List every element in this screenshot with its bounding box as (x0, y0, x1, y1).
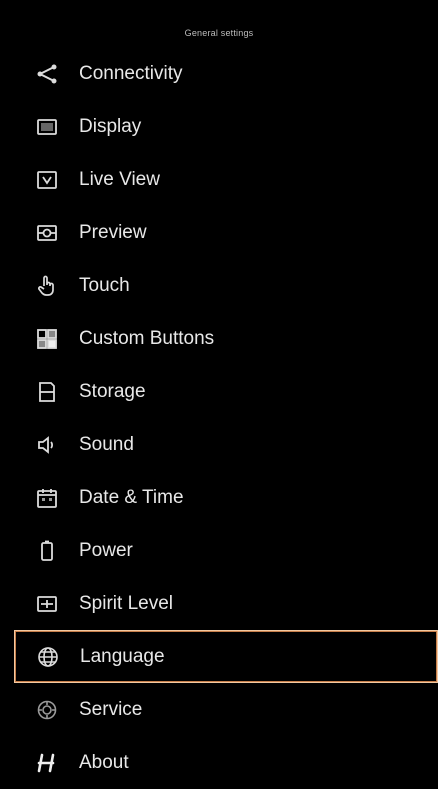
menu-item-service[interactable]: Service (0, 683, 438, 736)
menu-item-label: Service (79, 698, 143, 720)
menu-item-label: Sound (79, 433, 134, 455)
menu-item-spirit-level[interactable]: Spirit Level (0, 577, 438, 630)
share-icon (35, 62, 59, 86)
brand-logo-icon (35, 751, 59, 775)
menu-item-storage[interactable]: Storage (0, 365, 438, 418)
menu-item-date-time[interactable]: Date & Time (0, 471, 438, 524)
preview-icon (35, 221, 59, 245)
menu-item-live-view[interactable]: Live View (0, 153, 438, 206)
menu-item-connectivity[interactable]: Connectivity (0, 47, 438, 100)
menu-item-label: Custom Buttons (79, 327, 215, 349)
menu-item-custom-buttons[interactable]: Custom Buttons (0, 312, 438, 365)
menu-item-label: Live View (79, 168, 160, 190)
menu-item-touch[interactable]: Touch (0, 259, 438, 312)
menu-item-label: Preview (79, 221, 147, 243)
display-icon (35, 115, 59, 139)
menu-item-sound[interactable]: Sound (0, 418, 438, 471)
custom-buttons-icon (35, 327, 59, 351)
general-settings-screen: General settings Connectivity Display Li… (0, 0, 438, 778)
calendar-icon (35, 486, 59, 510)
menu-item-label: Display (79, 115, 142, 137)
menu-item-preview[interactable]: Preview (0, 206, 438, 259)
live-view-icon (35, 168, 59, 192)
menu-item-label: Date & Time (79, 486, 184, 508)
menu-item-label: Connectivity (79, 62, 183, 84)
menu-item-display[interactable]: Display (0, 100, 438, 153)
page-title: General settings (184, 28, 254, 38)
menu-item-label: Spirit Level (79, 592, 173, 614)
speaker-icon (35, 433, 59, 457)
globe-icon (36, 645, 60, 669)
menu-item-label: Power (79, 539, 133, 561)
menu-item-power[interactable]: Power (0, 524, 438, 577)
menu-item-label: Language (80, 645, 165, 667)
battery-icon (35, 539, 59, 563)
menu-item-language[interactable]: Language (14, 630, 438, 683)
settings-menu: Connectivity Display Live View Preview T… (0, 47, 438, 789)
storage-icon (35, 380, 59, 404)
menu-item-label: About (79, 751, 129, 773)
spirit-level-icon (35, 592, 59, 616)
menu-item-about[interactable]: About (0, 736, 438, 789)
menu-item-label: Storage (79, 380, 146, 402)
service-icon (35, 698, 59, 722)
touch-hand-icon (35, 274, 59, 298)
menu-item-label: Touch (79, 274, 130, 296)
